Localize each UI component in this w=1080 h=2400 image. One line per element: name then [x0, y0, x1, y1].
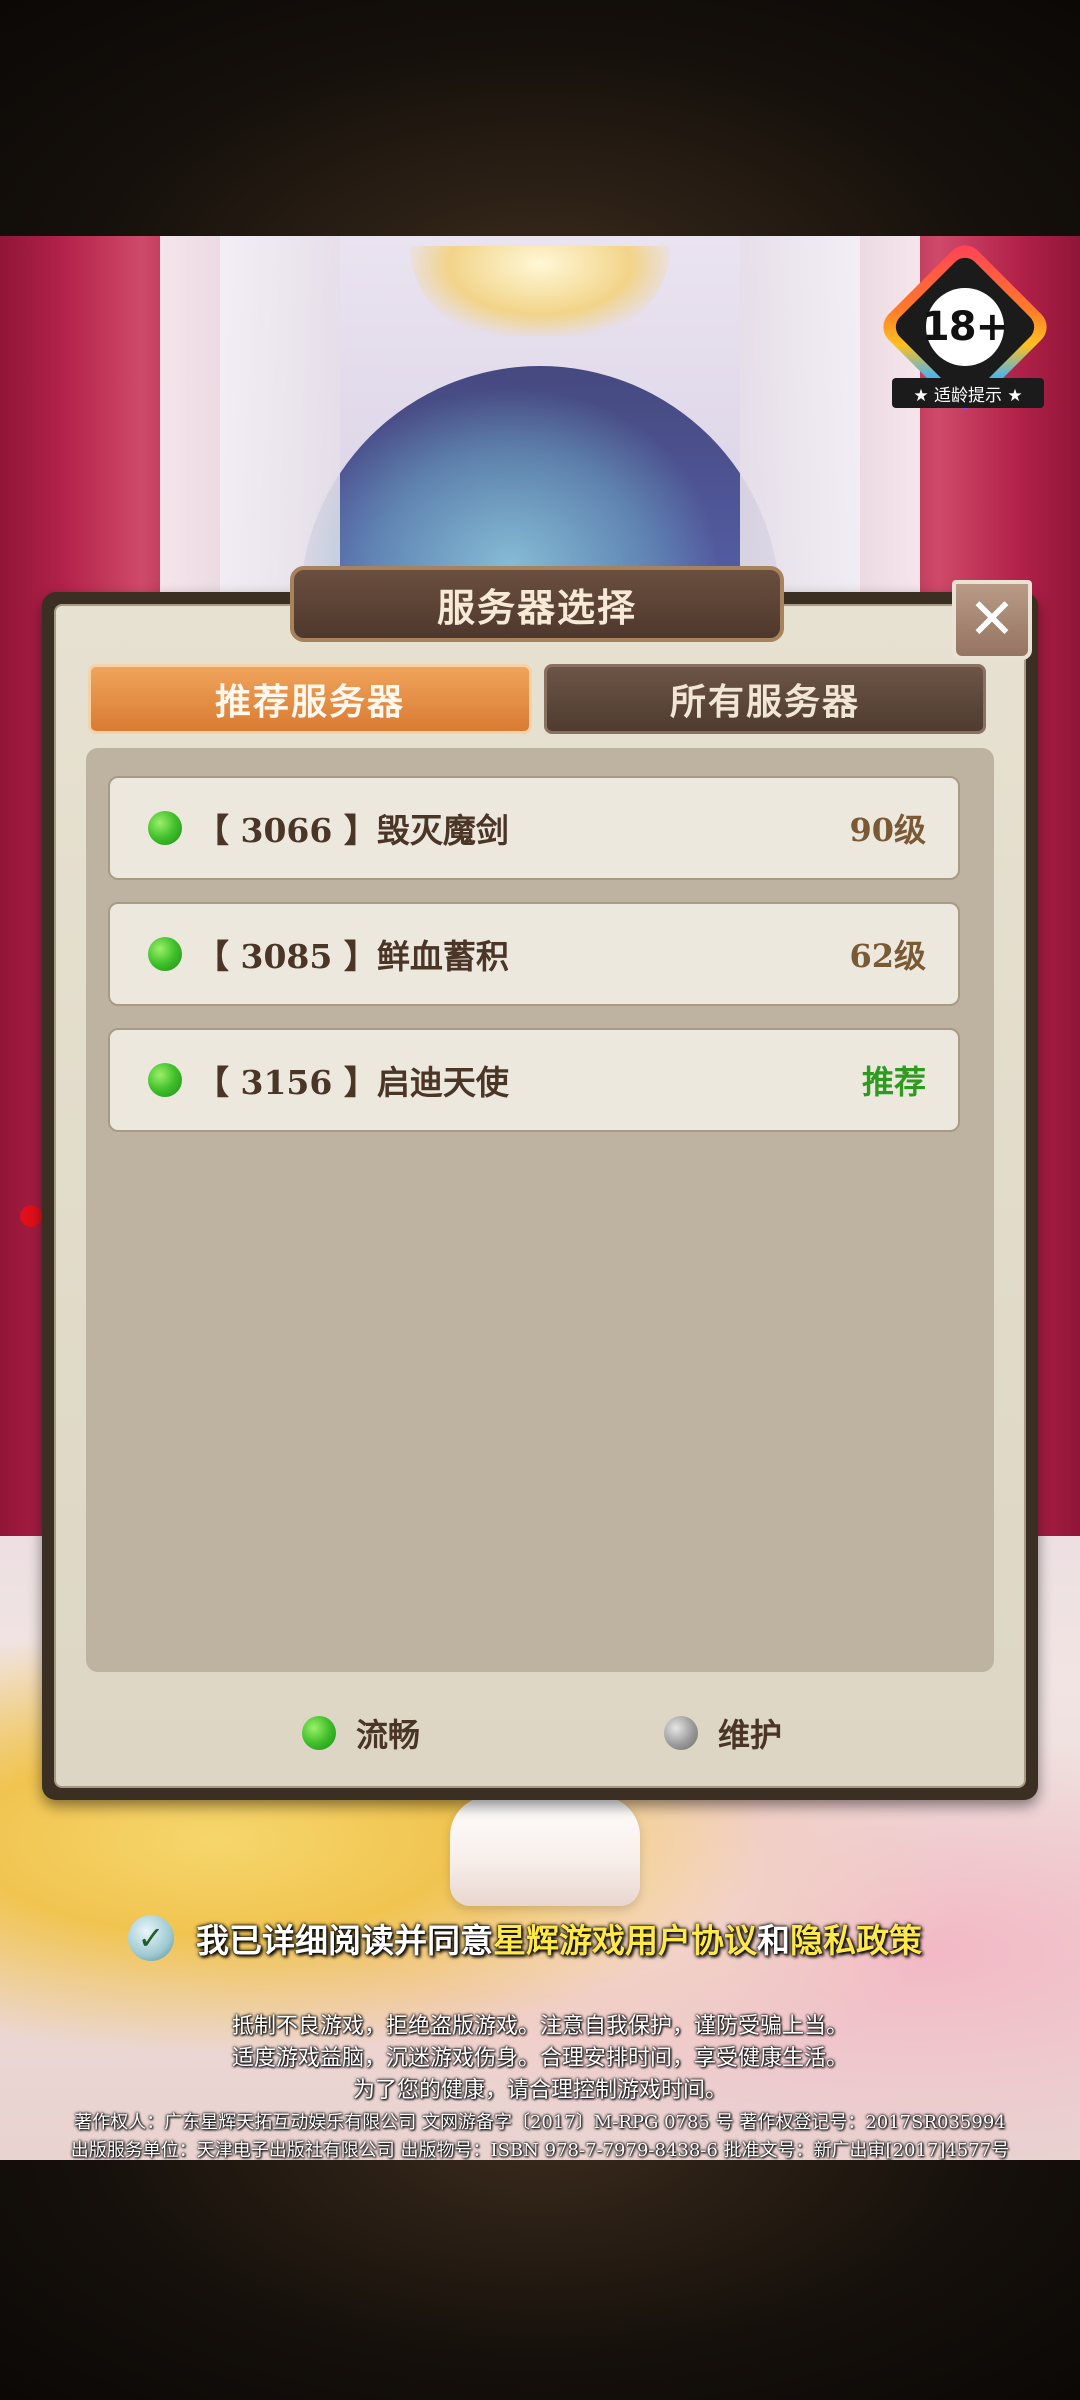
- health-notice-line: 为了您的健康，请合理控制游戏时间。: [352, 2078, 727, 2103]
- status-green-icon: [302, 1716, 336, 1750]
- tab-all-servers[interactable]: 所有服务器: [544, 664, 986, 734]
- tab-recommended-servers[interactable]: 推荐服务器: [88, 664, 532, 734]
- status-gray-icon: [664, 1716, 698, 1750]
- floating-indicator-dot[interactable]: [20, 1205, 42, 1227]
- checkmark-icon: ✓: [137, 1919, 165, 1957]
- close-button[interactable]: ✕: [952, 580, 1032, 660]
- agreement-and: 和: [757, 1921, 790, 1960]
- status-green-icon: [148, 1063, 182, 1097]
- server-name: 【 3085 】鲜血蓄积: [196, 937, 509, 976]
- age-rating-label: ★ 适龄提示 ★: [892, 378, 1044, 408]
- top-dark-band: [0, 0, 1080, 236]
- cake-illustration: [450, 1796, 640, 1906]
- tab-label: 所有服务器: [669, 682, 860, 723]
- server-row-3085[interactable]: 【 3085 】鲜血蓄积 62级: [108, 902, 960, 1006]
- legend-smooth: 流畅: [302, 1710, 420, 1756]
- chandelier: [410, 246, 670, 336]
- copyright-line: 著作权人：广东星辉天拓互动娱乐有限公司 文网游备字〔2017〕M-RPG 078…: [74, 2112, 1006, 2133]
- publishing-line: 出版服务单位：天津电子出版社有限公司 出版物号：ISBN 978-7-7979-…: [70, 2140, 1010, 2161]
- health-notice-line: 适度游戏益脑，沉迷游戏伤身。合理安排时间，享受健康生活。: [231, 2046, 848, 2071]
- agreement-checkbox[interactable]: ✓: [128, 1915, 174, 1961]
- health-notice-line: 抵制不良游戏，拒绝盗版游戏。注意自我保护，谨防受骗上当。: [231, 2014, 848, 2039]
- age-rating-text: 18+: [922, 288, 1009, 366]
- server-name: 【 3066 】毁灭魔剑: [196, 811, 509, 850]
- user-agreement-link[interactable]: 星辉游戏用户协议: [493, 1921, 757, 1960]
- server-level: 62级: [849, 937, 926, 975]
- server-recommended-tag: 推荐: [861, 1063, 926, 1101]
- server-row-3156[interactable]: 【 3156 】启迪天使 推荐: [108, 1028, 960, 1132]
- tab-label: 推荐服务器: [214, 682, 405, 723]
- bottom-dark-band: [0, 2160, 1080, 2400]
- dialog-title: 服务器选择: [290, 566, 784, 642]
- status-green-icon: [148, 811, 182, 845]
- server-row-3066[interactable]: 【 3066 】毁灭魔剑 90级: [108, 776, 960, 880]
- agreement-prefix: 我已详细阅读并同意: [196, 1921, 493, 1960]
- agreement-row: ✓ 我已详细阅读并同意星辉游戏用户协议和隐私政策: [128, 1908, 968, 1968]
- legend-smooth-label: 流畅: [356, 1716, 421, 1754]
- status-green-icon: [148, 937, 182, 971]
- privacy-policy-link[interactable]: 隐私政策: [790, 1921, 922, 1960]
- agreement-text: 我已详细阅读并同意星辉游戏用户协议和隐私政策: [196, 1914, 922, 1962]
- close-icon: ✕: [968, 587, 1016, 652]
- age-rating-badge: 18+ ★ 适龄提示 ★: [875, 237, 1056, 428]
- server-name: 【 3156 】启迪天使: [196, 1063, 509, 1102]
- server-list[interactable]: [86, 748, 994, 1672]
- legend-maintenance-label: 维护: [718, 1716, 783, 1754]
- legend-maintenance: 维护: [664, 1710, 782, 1756]
- server-level: 90级: [849, 811, 926, 849]
- dialog-title-text: 服务器选择: [436, 585, 637, 630]
